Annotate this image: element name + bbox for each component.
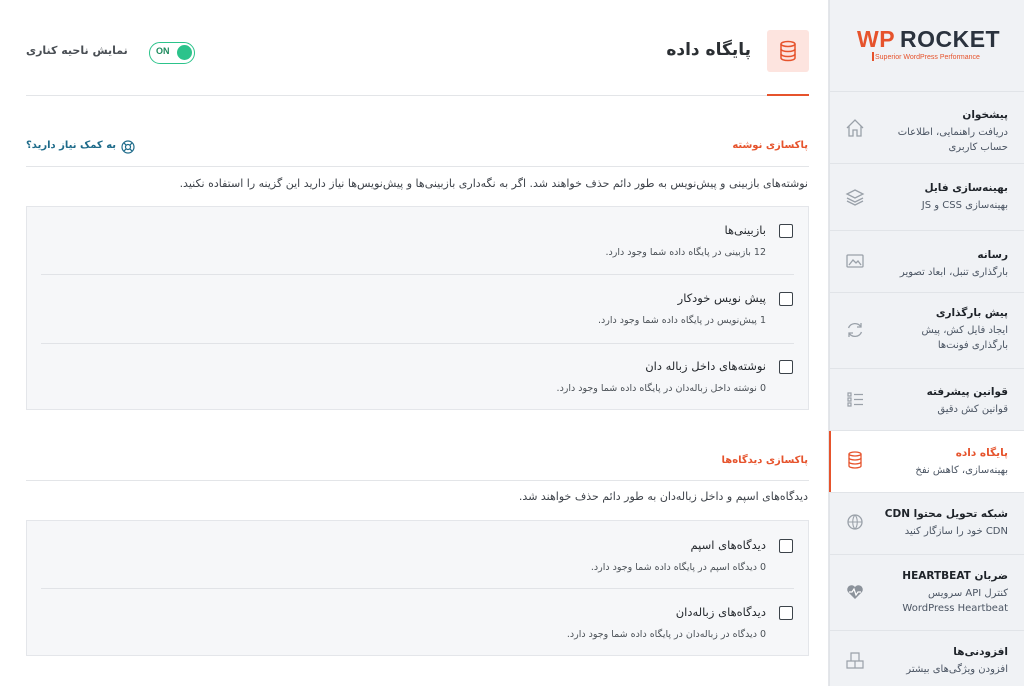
revisions-checkbox[interactable] — [779, 224, 793, 238]
cdn-icon — [844, 511, 866, 533]
addons-icon — [844, 649, 866, 671]
auto-drafts-checkbox[interactable] — [779, 292, 793, 306]
option-description: 12 بازبینی در پایگاه داده شما وجود دارد. — [605, 247, 766, 258]
sidebar: WP ROCKET Superior WordPress Performance… — [829, 0, 1024, 686]
sidebar-item-title: پایگاه داده — [955, 447, 1008, 459]
option-label: دیدگاه‌های زباله‌دان — [675, 605, 766, 619]
sidebar-item-file-optimization[interactable]: بهینه‌سازی فایل بهینه‌سازی CSS و JS — [830, 164, 1024, 231]
option-divider — [41, 343, 794, 344]
sidebar-item-database[interactable]: پایگاه داده بهینه‌سازی، کاهش نفخ — [829, 431, 1024, 493]
sidebar-item-title: قوانین پیشرفته — [926, 386, 1008, 398]
sidebar-item-dashboard[interactable]: پیشخوان دریافت راهنمایی، اطلاعات حساب کا… — [830, 92, 1024, 164]
list-icon — [844, 388, 866, 410]
posts-section-title: پاکسازی نوشته — [732, 140, 808, 151]
title-underline — [767, 94, 809, 96]
logo-tagline: Superior WordPress Performance — [875, 54, 980, 61]
help-link[interactable]: به کمک نیاز دارید؟ — [26, 140, 116, 151]
heartbeat-icon — [844, 581, 866, 603]
comments-section-title: پاکسازی دیدگاه‌ها — [721, 455, 808, 466]
option-description: 1 پیش‌نویس در پایگاه داده شما وجود دارد. — [598, 315, 766, 326]
sidebar-toggle[interactable]: ON — [149, 42, 195, 64]
sidebar-item-heartbeat[interactable]: ضربان HEARTBEAT کنترل API سرویس WordPres… — [830, 555, 1024, 631]
sidebar-item-addons[interactable]: افزودنی‌ها افزودن ویژگی‌های بیشتر — [830, 631, 1024, 686]
comments-options-box: دیدگاه‌های اسپم 0 دیدگاه اسپم در پایگاه … — [26, 520, 809, 656]
section-divider — [26, 480, 809, 481]
sidebar-item-title: شبکه تحویل محتوا CDN — [884, 508, 1008, 520]
trashed-comments-checkbox[interactable] — [779, 606, 793, 620]
sidebar-item-desc: کنترل API سرویس WordPress Heartbeat — [902, 588, 1008, 614]
sidebar-item-desc: بهینه‌سازی CSS و JS — [921, 200, 1008, 211]
lifebuoy-icon[interactable] — [121, 139, 135, 154]
option-divider — [41, 588, 794, 589]
sidebar-item-title: ضربان HEARTBEAT — [902, 570, 1008, 582]
sidebar-item-desc: ایجاد فایل کش، پیش بارگذاری فونت‌ها — [921, 325, 1008, 351]
rocket-flame-icon — [872, 52, 874, 61]
option-description: 0 نوشته داخل زباله‌دان در پایگاه داده شم… — [556, 383, 766, 394]
sidebar-item-desc: دریافت راهنمایی، اطلاعات حساب کاربری — [897, 127, 1008, 153]
sidebar-item-desc: قوانین کش دقیق — [937, 404, 1008, 415]
sidebar-item-advanced-rules[interactable]: قوانین پیشرفته قوانین کش دقیق — [830, 369, 1024, 431]
sidebar-item-preload[interactable]: پیش بارگذاری ایجاد فایل کش، پیش بارگذاری… — [830, 293, 1024, 369]
main-panel: نمایش ناحیه کناری ON پایگاه داده به کمک … — [0, 0, 829, 686]
option-description: 0 دیدگاه اسپم در پایگاه داده شما وجود دا… — [590, 562, 766, 573]
trashed-posts-checkbox[interactable] — [779, 360, 793, 374]
posts-options-box: بازبینی‌ها 12 بازبینی در پایگاه داده شما… — [26, 206, 809, 410]
posts-section-desc: نوشته‌های بازبینی و پیش‌نویس به طور دائم… — [179, 177, 808, 190]
comments-section-desc: دیدگاه‌های اسپم و داخل زباله‌دان به طور … — [518, 490, 808, 503]
database-icon — [844, 449, 866, 471]
section-divider — [26, 166, 809, 167]
option-label: بازبینی‌ها — [724, 223, 766, 237]
logo-wp: WP — [857, 26, 896, 52]
sidebar-item-desc: بارگذاری تنبل، ابعاد تصویر — [899, 267, 1008, 278]
sidebar-item-cdn[interactable]: شبکه تحویل محتوا CDN CDN خود را سازگار ک… — [830, 493, 1024, 555]
sidebar-item-desc: بهینه‌سازی، کاهش نفخ — [915, 465, 1008, 476]
option-divider — [41, 274, 794, 275]
toggle-knob — [177, 45, 192, 60]
sidebar-item-title: افزودنی‌ها — [953, 646, 1008, 658]
sidebar-item-desc: CDN خود را سازگار کنید — [904, 526, 1008, 537]
layers-icon — [844, 186, 866, 208]
wp-rocket-logo[interactable]: WP ROCKET Superior WordPress Performance — [830, 0, 1024, 92]
sidebar-item-title: پیش بارگذاری — [935, 307, 1008, 319]
sidebar-item-title: پیشخوان — [962, 109, 1008, 121]
refresh-icon — [844, 319, 866, 341]
sidebar-toggle-label: نمایش ناحیه کناری — [26, 44, 128, 57]
image-icon — [844, 250, 866, 272]
page-title: پایگاه داده — [666, 40, 751, 60]
database-icon — [767, 30, 809, 72]
spam-comments-checkbox[interactable] — [779, 539, 793, 553]
page-header: نمایش ناحیه کناری ON پایگاه داده — [26, 0, 809, 96]
option-label: پیش نویس خودکار — [677, 291, 766, 305]
sidebar-item-media[interactable]: رسانه بارگذاری تنبل، ابعاد تصویر — [830, 231, 1024, 293]
option-label: دیدگاه‌های اسپم — [690, 538, 766, 552]
option-description: 0 دیدگاه در زباله‌دان در پایگاه داده شما… — [566, 629, 766, 640]
sidebar-item-title: رسانه — [977, 249, 1008, 261]
option-label: نوشته‌های داخل زباله دان — [645, 359, 766, 373]
home-icon — [844, 117, 866, 139]
logo-rocket: ROCKET — [900, 26, 1001, 52]
sidebar-item-desc: افزودن ویژگی‌های بیشتر — [906, 664, 1008, 675]
toggle-state: ON — [156, 46, 170, 56]
sidebar-item-title: بهینه‌سازی فایل — [924, 182, 1008, 194]
